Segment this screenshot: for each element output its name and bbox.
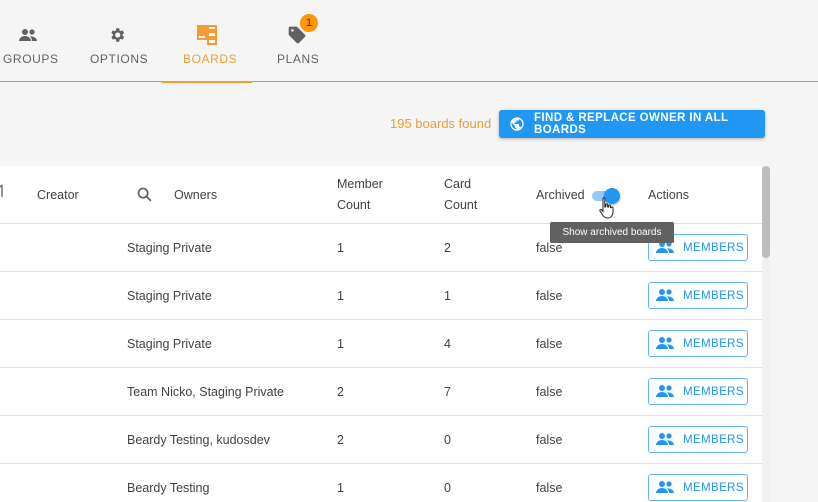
cell-member-count: 1 xyxy=(337,241,344,255)
table-scrollbar-thumb[interactable] xyxy=(762,166,770,258)
members-label: MEMBERS xyxy=(683,337,744,350)
header-creator[interactable]: Creator xyxy=(37,185,79,206)
cell-member-count: 1 xyxy=(337,289,344,303)
tab-label: BOARDS xyxy=(183,52,238,66)
header-member-count-line2[interactable]: Count xyxy=(337,195,370,216)
header-member-count-line1[interactable]: Member xyxy=(337,174,383,195)
archived-tooltip: Show archived boards xyxy=(550,222,674,243)
people-icon xyxy=(655,480,675,496)
find-replace-owner-button[interactable]: FIND & REPLACE OWNER IN ALL BOARDS xyxy=(499,110,765,138)
find-replace-label: FIND & REPLACE OWNER IN ALL BOARDS xyxy=(534,112,729,136)
members-button[interactable]: MEMBERS xyxy=(648,282,748,309)
cell-card-count: 2 xyxy=(444,241,451,255)
header-card-count-line1[interactable]: Card xyxy=(444,174,471,195)
tab-label: GROUPS xyxy=(3,52,59,66)
cell-owners: Staging Private xyxy=(127,289,212,303)
cell-card-count: 7 xyxy=(444,385,451,399)
tab-label: OPTIONS xyxy=(90,52,149,66)
boards-icon xyxy=(196,24,218,46)
search-icon[interactable] xyxy=(136,186,153,210)
cell-owners: Beardy Testing, kudosdev xyxy=(127,433,270,447)
tab-label: PLANS xyxy=(277,52,320,66)
members-button[interactable]: MEMBERS xyxy=(648,330,748,357)
tab-boards[interactable]: BOARDS xyxy=(162,0,252,83)
cell-card-count: 1 xyxy=(444,289,451,303)
cell-archived: false xyxy=(536,241,563,255)
members-label: MEMBERS xyxy=(683,241,744,254)
cell-owners: Team Nicko, Staging Private xyxy=(127,385,285,399)
people-icon xyxy=(655,384,675,400)
members-button[interactable]: MEMBERS xyxy=(648,426,748,453)
members-label: MEMBERS xyxy=(683,385,744,398)
table-row: Staging Private 1 1 false MEMBERS xyxy=(0,272,762,320)
cell-archived: false xyxy=(536,481,563,495)
people-icon xyxy=(17,24,39,46)
people-icon xyxy=(655,336,675,352)
members-button[interactable]: MEMBERS xyxy=(648,378,748,405)
table-header: Creator Owners Member Count Card Count A… xyxy=(0,166,762,224)
cell-owners: Beardy Testing xyxy=(127,481,210,495)
members-button[interactable]: MEMBERS xyxy=(648,474,748,501)
cell-archived: false xyxy=(536,289,563,303)
tab-groups[interactable]: GROUPS xyxy=(0,0,59,82)
cell-member-count: 2 xyxy=(337,385,344,399)
cell-card-count: 4 xyxy=(444,337,451,351)
header-archived: Archived xyxy=(536,188,585,202)
members-label: MEMBERS xyxy=(683,289,744,302)
boards-found-count: 195 boards found xyxy=(390,116,492,131)
cell-archived: false xyxy=(536,337,563,351)
sort-arrow-icon[interactable] xyxy=(0,184,6,205)
cell-member-count: 1 xyxy=(337,481,344,495)
people-icon xyxy=(655,288,675,304)
header-card-count-line2[interactable]: Count xyxy=(444,195,477,216)
cell-owners: Staging Private xyxy=(127,241,212,255)
members-label: MEMBERS xyxy=(683,481,744,494)
cell-card-count: 0 xyxy=(444,433,451,447)
boards-table: Creator Owners Member Count Card Count A… xyxy=(0,166,770,502)
people-icon xyxy=(655,432,675,448)
cell-card-count: 0 xyxy=(444,481,451,495)
table-row: Team Nicko, Staging Private 2 7 false ME… xyxy=(0,368,762,416)
top-tab-bar: GROUPS OPTIONS BOARDS 1 PLANS xyxy=(0,0,818,83)
cell-archived: false xyxy=(536,385,563,399)
members-label: MEMBERS xyxy=(683,433,744,446)
plans-badge: 1 xyxy=(300,14,318,32)
gear-icon xyxy=(106,24,128,46)
cell-member-count: 2 xyxy=(337,433,344,447)
tab-plans[interactable]: 1 PLANS xyxy=(272,0,324,82)
cell-archived: false xyxy=(536,433,563,447)
table-row: Staging Private 1 4 false MEMBERS xyxy=(0,320,762,368)
table-row: Beardy Testing, kudosdev 2 0 false MEMBE… xyxy=(0,416,762,464)
cell-member-count: 1 xyxy=(337,337,344,351)
hand-cursor-icon xyxy=(598,196,616,220)
header-actions: Actions xyxy=(648,188,689,202)
header-owners[interactable]: Owners xyxy=(174,185,217,206)
cell-owners: Staging Private xyxy=(127,337,212,351)
globe-icon xyxy=(509,116,525,132)
tab-options[interactable]: OPTIONS xyxy=(82,0,152,82)
table-row: Beardy Testing 1 0 false MEMBERS xyxy=(0,464,762,502)
